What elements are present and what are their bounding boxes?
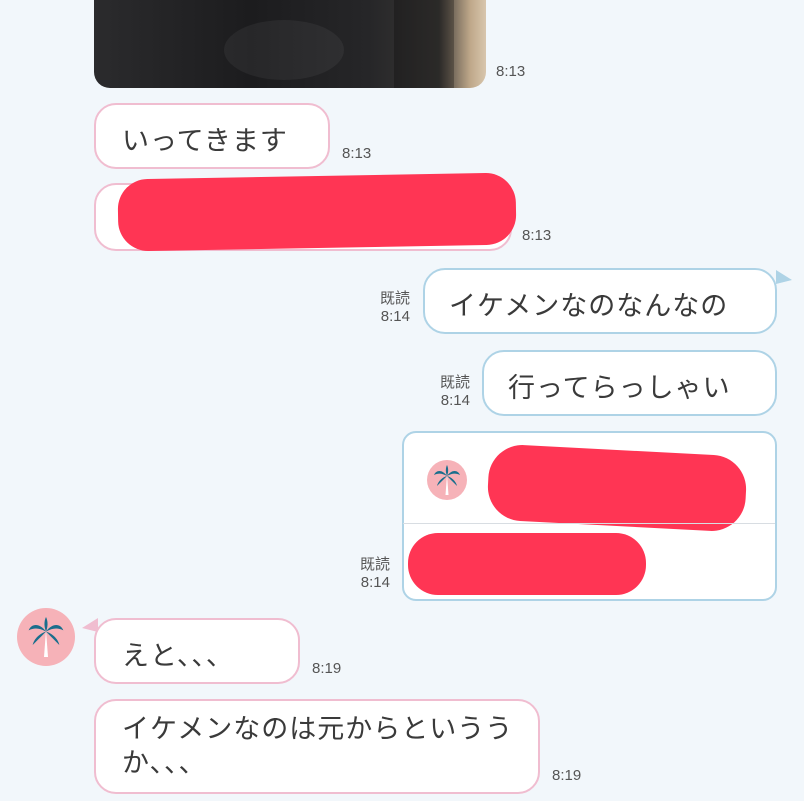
incoming-message-bubble[interactable]: えと、、、 — [94, 618, 300, 684]
reply-divider — [403, 523, 775, 524]
read-label: 既読 — [379, 290, 410, 307]
outgoing-message-bubble[interactable]: イケメンなのなんなの — [423, 268, 777, 334]
read-label: 既読 — [439, 374, 470, 391]
read-receipt: 既読 8:14 — [430, 374, 470, 410]
quoted-avatar — [427, 460, 467, 500]
message-time: 8:13 — [496, 63, 526, 80]
message-time: 8:14 — [360, 574, 390, 591]
message-text-line: イケメンなのは元からというう — [122, 714, 514, 745]
sender-avatar[interactable] — [17, 608, 75, 666]
message-time: 8:13 — [342, 145, 372, 162]
bubble-tail — [776, 270, 792, 284]
redaction-mark — [486, 443, 748, 533]
message-text: えと、、、 — [122, 641, 234, 672]
incoming-message-bubble[interactable]: イケメンなのは元からというう か、、、 — [94, 699, 540, 794]
photo-detail — [224, 20, 344, 80]
message-time: 8:13 — [522, 227, 552, 244]
read-label: 既読 — [359, 556, 390, 573]
palm-tree-icon — [28, 617, 64, 657]
incoming-message-bubble[interactable]: いってきます — [94, 103, 330, 169]
redaction-mark — [408, 533, 646, 595]
message-time: 8:19 — [312, 660, 342, 677]
message-text: 行ってらっしゃい — [508, 373, 731, 404]
read-receipt: 既読 8:14 — [370, 290, 410, 326]
message-time: 8:14 — [380, 308, 410, 325]
redaction-mark — [117, 172, 517, 252]
palm-tree-icon — [434, 465, 460, 495]
photo-detail — [394, 0, 454, 88]
message-text: いってきます — [122, 126, 288, 157]
message-text: イケメンなのなんなの — [449, 291, 729, 322]
outgoing-message-bubble[interactable]: 行ってらっしゃい — [482, 350, 777, 416]
read-receipt: 既読 8:14 — [350, 556, 390, 592]
message-text-line: か、、、 — [122, 748, 207, 779]
message-time: 8:19 — [552, 767, 582, 784]
message-time: 8:14 — [440, 392, 470, 409]
photo-message[interactable] — [94, 0, 486, 88]
